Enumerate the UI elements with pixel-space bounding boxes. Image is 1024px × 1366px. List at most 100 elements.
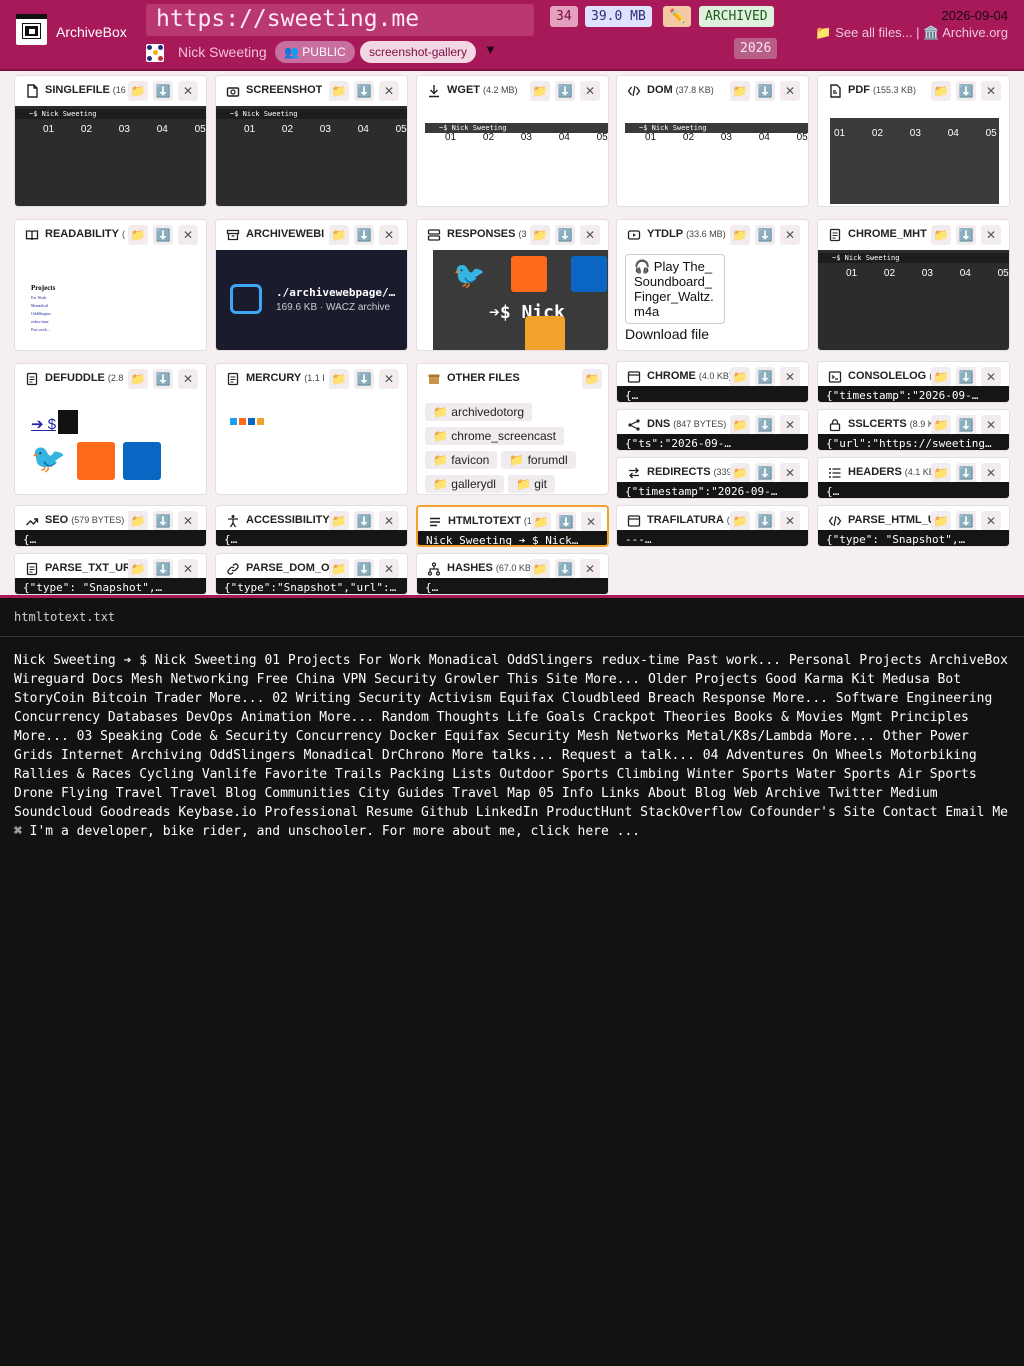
- close-button[interactable]: ✕: [981, 81, 1001, 101]
- card-preview[interactable]: 🐦 ➔$ Nick: [417, 250, 608, 350]
- download-button[interactable]: ⬇️: [956, 81, 976, 101]
- archivebox-logo-icon[interactable]: [16, 14, 47, 45]
- open-folder-button[interactable]: 📁: [329, 369, 349, 389]
- open-folder-button[interactable]: 📁: [530, 225, 550, 245]
- see-all-files-link[interactable]: 📁 See all files...: [815, 25, 912, 40]
- close-button[interactable]: ✕: [178, 225, 198, 245]
- close-button[interactable]: ✕: [379, 225, 399, 245]
- card-preview[interactable]: {"url":"https://sweeting…: [818, 410, 1009, 450]
- ytdlp-download-link[interactable]: Download file: [625, 326, 800, 342]
- card-preview[interactable]: {"timestamp":"2026-09-…: [818, 362, 1009, 402]
- card-preview[interactable]: 01 02 03 04 05: [818, 106, 1009, 206]
- archive-card-other files[interactable]: OTHER FILES 📁 📁 archivedotorg📁 chrome_scre…: [416, 363, 609, 495]
- card-preview[interactable]: ~$ Nick Sweeting 01 02 03 04 05: [15, 106, 206, 206]
- file-chip-gallerydl[interactable]: 📁 gallerydl: [425, 475, 504, 493]
- close-button[interactable]: ✕: [178, 81, 198, 101]
- card-preview[interactable]: 🎧 Play The_Soundboard_Finger_Waltz.m4a Do…: [617, 250, 808, 350]
- open-folder-button[interactable]: 📁: [128, 225, 148, 245]
- card-preview[interactable]: ---…: [617, 506, 808, 546]
- archive-card-ytdlp[interactable]: YTDLP (33.6 MB) 📁 ⬇️ ✕ 🎧 Play The_Soundboard_…: [616, 219, 809, 351]
- tag-badge[interactable]: screenshot-gallery: [360, 41, 477, 63]
- card-preview[interactable]: {"type": "Snapshot",…: [818, 506, 1009, 546]
- card-preview[interactable]: Projects For Work Monadical OddSlingers redu…: [15, 250, 206, 350]
- archive-card-screenshot[interactable]: SCREENSHOT 📁 ⬇️ ✕ ~$ Nick Sweeting 01 02 03 0…: [215, 75, 408, 207]
- download-button[interactable]: ⬇️: [956, 225, 976, 245]
- card-preview[interactable]: ➔ $ 🐦: [15, 394, 206, 494]
- ytdlp-play-link[interactable]: 🎧 Play The_Soundboard_Finger_Waltz.m4a: [625, 254, 725, 324]
- twitter-icon[interactable]: 🐦: [31, 442, 69, 480]
- archive-card-mercury[interactable]: MERCURY (1.1 I 📁 ⬇️ ✕: [215, 363, 408, 495]
- file-chip-favicon[interactable]: 📁 favicon: [425, 451, 498, 469]
- archive-org-link[interactable]: 🏛️ Archive.org: [923, 25, 1008, 40]
- archive-card-archivewebi[interactable]: ARCHIVEWEBI 📁 ⬇️ ✕ ./archivewebpage/… 169.6 K…: [215, 219, 408, 351]
- archive-card-dns[interactable]: DNS (847 BYTES) 📁 ⬇️ ✕ {"ts":"2026-09-…: [616, 409, 809, 451]
- open-folder-button[interactable]: 📁: [730, 225, 750, 245]
- snapshot-url[interactable]: https://sweeting.me: [146, 4, 534, 36]
- open-folder-button[interactable]: 📁: [128, 81, 148, 101]
- archive-card-accessibility[interactable]: ACCESSIBILITY(4📁⬇️✕{…: [215, 505, 408, 547]
- card-preview[interactable]: {"ts":"2026-09-…: [617, 410, 808, 450]
- archive-card-redirects[interactable]: REDIRECTS(339 B📁⬇️✕{"timestamp":"2026-09…: [616, 457, 809, 499]
- brand-name[interactable]: ArchiveBox: [56, 24, 127, 40]
- open-folder-button[interactable]: 📁: [530, 81, 550, 101]
- open-folder-button[interactable]: 📁: [329, 225, 349, 245]
- download-button[interactable]: ⬇️: [153, 225, 173, 245]
- archive-card-trafilatura[interactable]: TRAFILATURA(4.6📁⬇️✕---…: [616, 505, 809, 547]
- archive-card-singlefile[interactable]: SINGLEFILE (16 📁 ⬇️ ✕ ~$ Nick Sweeting 01 02 0…: [14, 75, 207, 207]
- file-chip-archivedotorg[interactable]: 📁 archivedotorg: [425, 403, 532, 421]
- archive-card-parse_html_ur[interactable]: PARSE_HTML_UR 📁 ⬇️ ✕ {"type": "Snapshot",…: [817, 505, 1010, 547]
- archive-card-wget[interactable]: WGET (4.2 MB) 📁 ⬇️ ✕ ~$ Nick Sweeting 01 02 03…: [416, 75, 609, 207]
- open-folder-button[interactable]: 📁: [582, 369, 602, 389]
- archive-card-chrome_mht[interactable]: CHROME_MHT 📁 ⬇️ ✕ ~$ Nick Sweeting 01 02 03 0…: [817, 219, 1010, 351]
- file-chip-git[interactable]: 📁 git: [507, 475, 555, 493]
- archive-card-dom[interactable]: DOM (37.8 KB) 📁 ⬇️ ✕ ~$ Nick Sweeting 01 02 03…: [616, 75, 809, 207]
- soundcloud-icon[interactable]: [77, 442, 115, 480]
- archive-card-sslcerts[interactable]: SSLCERTS(8.9 KB)📁⬇️✕{"url":"https://swee…: [817, 409, 1010, 451]
- archive-card-seo[interactable]: SEO (579 BYTES) 📁 ⬇️ ✕ {…: [14, 505, 207, 547]
- card-preview[interactable]: ~$ Nick Sweeting 01 02 03 04 05: [417, 106, 608, 206]
- card-preview[interactable]: ~$ Nick Sweeting 01 02 03 04 05: [216, 106, 407, 206]
- preview-text[interactable]: Nick Sweeting ➔ $ Nick Sweeting 01 Proje…: [14, 651, 1014, 841]
- archive-card-responses[interactable]: RESPONSES (3 📁 ⬇️ ✕ 🐦 ➔$ Nick: [416, 219, 609, 351]
- download-button[interactable]: ⬇️: [354, 81, 374, 101]
- open-folder-button[interactable]: 📁: [931, 81, 951, 101]
- close-button[interactable]: ✕: [580, 81, 600, 101]
- close-button[interactable]: ✕: [379, 81, 399, 101]
- download-button[interactable]: ⬇️: [153, 369, 173, 389]
- close-button[interactable]: ✕: [780, 225, 800, 245]
- card-preview[interactable]: [216, 394, 407, 494]
- open-folder-button[interactable]: 📁: [329, 81, 349, 101]
- open-folder-button[interactable]: 📁: [730, 81, 750, 101]
- archive-card-parse_txt_urls[interactable]: PARSE_TXT_URLS📁⬇️✕{"type": "Snapshot",…: [14, 553, 207, 595]
- archive-card-headers[interactable]: HEADERS (4.1 KB) 📁 ⬇️ ✕ {…: [817, 457, 1010, 499]
- card-preview[interactable]: {…: [417, 554, 608, 594]
- card-preview[interactable]: ./archivewebpage/… 169.6 KB · WACZ archiv…: [216, 250, 407, 350]
- card-preview[interactable]: {…: [818, 458, 1009, 498]
- defuddle-link[interactable]: ➔ $: [31, 416, 56, 433]
- card-preview[interactable]: Nick Sweeting ➔ $ Nick…: [418, 507, 607, 545]
- card-preview[interactable]: 📁 archivedotorg 📁 chrome_screencast 📁 favi…: [417, 394, 608, 494]
- file-chip-chrome_screencast[interactable]: 📁 chrome_screencast: [425, 427, 564, 445]
- close-button[interactable]: ✕: [379, 369, 399, 389]
- download-button[interactable]: ⬇️: [755, 81, 775, 101]
- open-folder-button[interactable]: 📁: [128, 369, 148, 389]
- card-preview[interactable]: {"type":"Snapshot","url":…: [216, 554, 407, 594]
- archive-card-parse_dom_out[interactable]: PARSE_DOM_OUT📁⬇️✕{"type":"Snapshot","url…: [215, 553, 408, 595]
- download-button[interactable]: ⬇️: [354, 369, 374, 389]
- archive-card-readability[interactable]: READABILITY(📁 ⬇️ ✕ Projects For Work Monadica…: [14, 219, 207, 351]
- card-preview[interactable]: {"timestamp":"2026-09-…: [617, 458, 808, 498]
- download-button[interactable]: ⬇️: [755, 225, 775, 245]
- archive-card-pdf[interactable]: PDF (155.3 KB) 📁 ⬇️ ✕ 01 02 03 04 05: [817, 75, 1010, 207]
- card-preview[interactable]: ~$ Nick Sweeting 01 02 03 04 05: [818, 250, 1009, 350]
- file-chip-forumdl[interactable]: 📁 forumdl: [501, 451, 576, 469]
- archive-card-defuddle[interactable]: DEFUDDLE (2.8 📁 ⬇️ ✕ ➔ $ 🐦: [14, 363, 207, 495]
- archive-card-hashes[interactable]: HASHES (67.0 KB) 📁 ⬇️ ✕ {…: [416, 553, 609, 595]
- download-button[interactable]: ⬇️: [153, 81, 173, 101]
- archive-card-chrome[interactable]: CHROME (4.0 KB) 📁 ⬇️ ✕ {…: [616, 361, 809, 403]
- card-preview[interactable]: ~$ Nick Sweeting 01 02 03 04 05: [617, 106, 808, 206]
- linkedin-icon[interactable]: [123, 442, 161, 480]
- close-button[interactable]: ✕: [780, 81, 800, 101]
- download-button[interactable]: ⬇️: [354, 225, 374, 245]
- card-preview[interactable]: {…: [15, 506, 206, 546]
- card-preview[interactable]: {…: [617, 362, 808, 402]
